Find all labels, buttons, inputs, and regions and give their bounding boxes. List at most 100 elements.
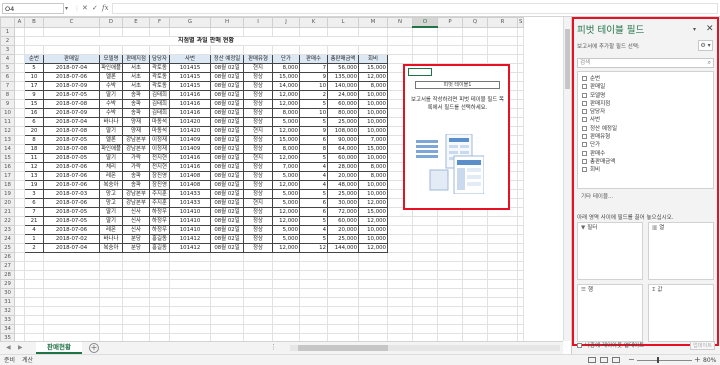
cell[interactable] xyxy=(243,278,273,289)
cell[interactable] xyxy=(462,260,488,271)
table-cell[interactable]: 송파 xyxy=(122,89,150,100)
cell[interactable] xyxy=(99,287,123,298)
insert-function-button[interactable]: fx xyxy=(102,3,109,14)
table-cell[interactable]: 신사 xyxy=(122,224,150,235)
cell[interactable] xyxy=(437,233,463,244)
column-header[interactable]: P xyxy=(437,17,463,28)
cell[interactable] xyxy=(14,233,25,244)
cell[interactable] xyxy=(327,44,359,55)
table-header-cell[interactable]: 판매수 xyxy=(299,53,328,64)
table-cell[interactable]: 108,000 xyxy=(327,125,359,136)
row-header[interactable]: 5 xyxy=(0,62,15,73)
cell[interactable] xyxy=(327,305,359,316)
table-cell[interactable]: 101420 xyxy=(169,125,211,136)
cell[interactable] xyxy=(437,332,463,341)
cell[interactable] xyxy=(516,278,525,289)
cell[interactable] xyxy=(487,53,518,64)
cell[interactable] xyxy=(299,251,328,262)
cell[interactable] xyxy=(99,269,123,280)
cell[interactable] xyxy=(99,323,123,334)
cell[interactable] xyxy=(272,296,300,307)
cell[interactable] xyxy=(437,323,463,334)
cell[interactable] xyxy=(299,305,328,316)
next-sheet-icon[interactable]: ▶ xyxy=(18,344,23,352)
table-cell[interactable]: 주지훈 xyxy=(149,188,170,199)
formula-input[interactable] xyxy=(112,3,718,14)
cell[interactable] xyxy=(516,161,525,172)
table-cell[interactable]: 9 xyxy=(299,71,328,82)
column-header[interactable]: B xyxy=(24,17,44,28)
table-cell[interactable]: 장진영 xyxy=(149,179,170,190)
table-cell[interactable]: 101412 xyxy=(169,233,211,244)
cell[interactable] xyxy=(122,26,150,37)
field-item[interactable]: 사번 xyxy=(582,116,713,124)
cell[interactable] xyxy=(327,287,359,298)
cell[interactable] xyxy=(14,215,25,226)
table-cell[interactable]: 5,000 xyxy=(272,197,300,208)
cell[interactable] xyxy=(437,305,463,316)
row-header[interactable]: 14 xyxy=(0,143,15,154)
table-cell[interactable]: 08월 02일 xyxy=(210,170,244,181)
cell[interactable] xyxy=(412,296,438,307)
cell[interactable] xyxy=(149,251,170,262)
cell[interactable] xyxy=(462,287,488,298)
cell[interactable] xyxy=(462,323,488,334)
table-cell[interactable]: 현지 xyxy=(243,197,273,208)
table-cell[interactable]: 6 xyxy=(299,206,328,217)
table-cell[interactable]: 101408 xyxy=(169,179,211,190)
cell[interactable] xyxy=(43,278,100,289)
table-cell[interactable]: 21 xyxy=(24,215,44,226)
table-cell[interactable]: 곽토동 xyxy=(149,80,170,91)
cell[interactable] xyxy=(149,314,170,325)
table-cell[interactable]: 송파 xyxy=(122,107,150,118)
table-cell[interactable]: 10 xyxy=(24,71,44,82)
cell[interactable] xyxy=(243,314,273,325)
cell[interactable] xyxy=(462,296,488,307)
cell[interactable] xyxy=(210,269,244,280)
cell[interactable] xyxy=(358,305,388,316)
table-cell[interactable]: 20,000 xyxy=(327,170,359,181)
cell[interactable] xyxy=(149,260,170,271)
cell[interactable] xyxy=(243,323,273,334)
table-cell[interactable]: 5 xyxy=(299,152,328,163)
table-cell[interactable]: 12,000 xyxy=(272,179,300,190)
table-cell[interactable]: 101408 xyxy=(169,170,211,181)
cell[interactable] xyxy=(210,305,244,316)
cell[interactable] xyxy=(387,35,413,46)
rows-area[interactable]: ☰ 행 xyxy=(577,284,643,342)
cell[interactable] xyxy=(299,314,328,325)
table-cell[interactable]: 08월 02일 xyxy=(210,80,244,91)
table-cell[interactable]: 분당 xyxy=(122,242,150,253)
cell[interactable] xyxy=(24,26,44,37)
checkbox-icon[interactable] xyxy=(582,125,587,131)
table-cell[interactable]: 30,000 xyxy=(327,197,359,208)
name-box[interactable]: O4 xyxy=(2,3,64,14)
cell[interactable] xyxy=(14,152,25,163)
cell[interactable] xyxy=(437,269,463,280)
table-cell[interactable]: 10,000 xyxy=(358,89,388,100)
cell[interactable] xyxy=(243,26,273,37)
table-cell[interactable]: 08월 02일 xyxy=(210,89,244,100)
checkbox-icon[interactable] xyxy=(582,134,587,140)
table-cell[interactable]: 5 xyxy=(299,98,328,109)
cell[interactable] xyxy=(516,332,525,341)
row-header[interactable]: 11 xyxy=(0,116,15,127)
cell[interactable] xyxy=(122,278,150,289)
cell[interactable] xyxy=(412,224,438,235)
cell[interactable] xyxy=(387,44,413,55)
table-cell[interactable]: 복숭아 xyxy=(99,179,123,190)
table-cell[interactable]: 5,000 xyxy=(272,116,300,127)
table-cell[interactable]: 9 xyxy=(299,125,328,136)
cell[interactable] xyxy=(43,287,100,298)
cell[interactable] xyxy=(462,269,488,280)
cell[interactable] xyxy=(43,305,100,316)
cell[interactable] xyxy=(387,305,413,316)
cell[interactable] xyxy=(299,26,328,37)
table-cell[interactable]: 레몬 xyxy=(99,224,123,235)
table-cell[interactable]: 12,000 xyxy=(272,98,300,109)
cell[interactable] xyxy=(243,296,273,307)
table-cell[interactable]: 101416 xyxy=(169,161,211,172)
table-cell[interactable]: 7,000 xyxy=(272,161,300,172)
cell[interactable] xyxy=(43,44,100,55)
table-cell[interactable]: 19 xyxy=(24,179,44,190)
